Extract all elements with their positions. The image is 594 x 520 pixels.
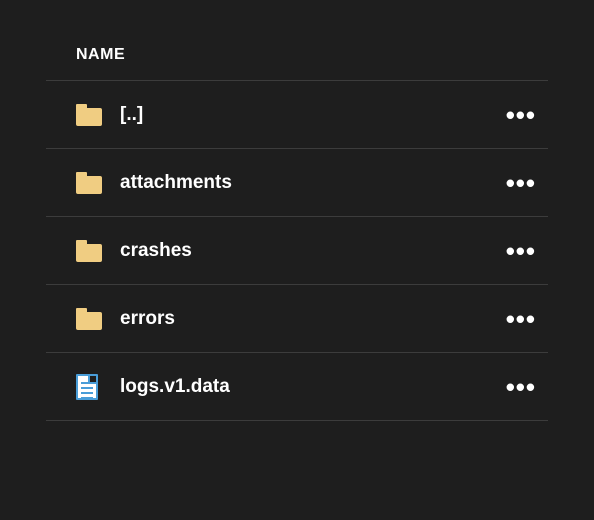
more-icon[interactable]: ••• — [500, 374, 542, 400]
item-name: crashes — [112, 240, 500, 262]
name-column-header: NAME — [76, 46, 125, 63]
more-icon[interactable]: ••• — [500, 102, 542, 128]
item-name: attachments — [112, 172, 500, 194]
more-icon[interactable]: ••• — [500, 170, 542, 196]
file-icon — [76, 374, 112, 400]
list-item[interactable]: [..] ••• — [46, 81, 548, 149]
folder-icon — [76, 104, 112, 126]
item-name: logs.v1.data — [112, 376, 500, 398]
more-icon[interactable]: ••• — [500, 306, 542, 332]
item-name: errors — [112, 308, 500, 330]
list-item[interactable]: crashes ••• — [46, 217, 548, 285]
item-name: [..] — [112, 104, 500, 126]
list-item[interactable]: errors ••• — [46, 285, 548, 353]
folder-icon — [76, 308, 112, 330]
column-header: NAME — [46, 28, 548, 81]
file-list: [..] ••• attachments ••• crashes ••• err… — [46, 81, 548, 421]
list-item[interactable]: attachments ••• — [46, 149, 548, 217]
folder-icon — [76, 172, 112, 194]
list-item[interactable]: logs.v1.data ••• — [46, 353, 548, 421]
more-icon[interactable]: ••• — [500, 238, 542, 264]
folder-icon — [76, 240, 112, 262]
